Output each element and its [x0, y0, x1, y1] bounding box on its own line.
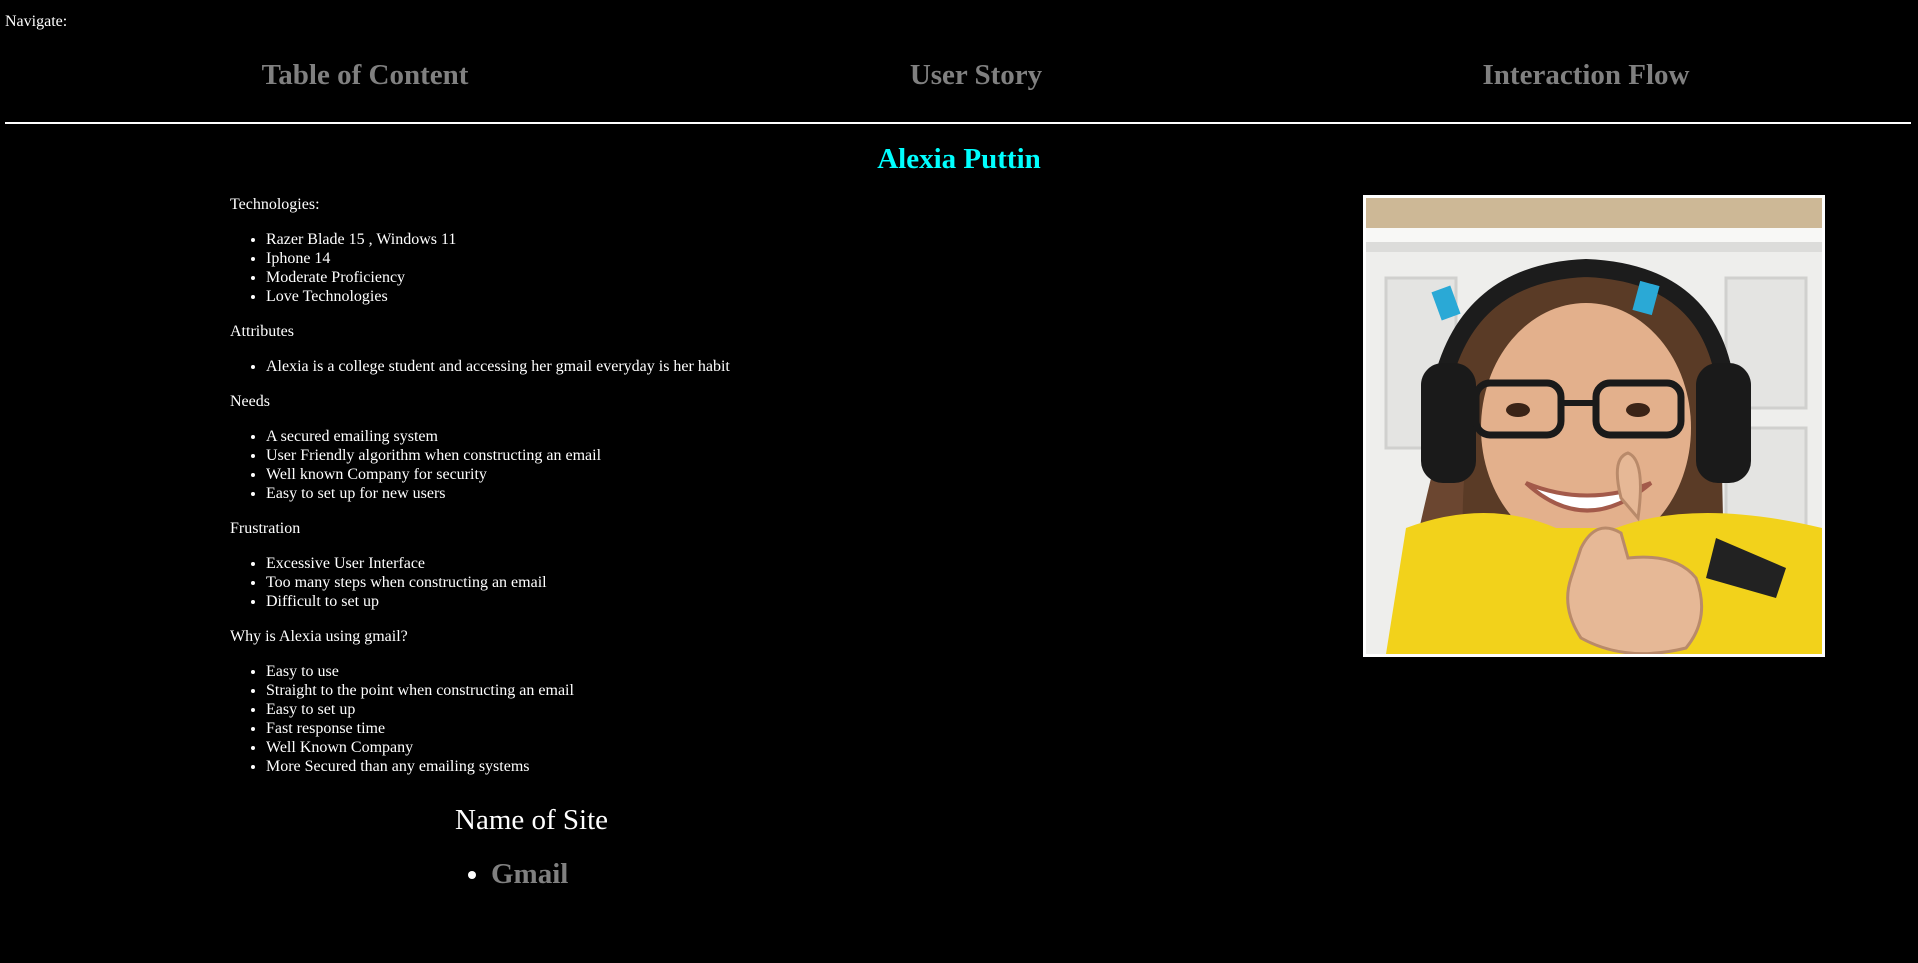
list-item: Straight to the point when constructing … — [266, 681, 1130, 700]
list-item: Iphone 14 — [266, 249, 1130, 268]
section-title: Attributes — [230, 323, 294, 340]
list-item: Fast response time — [266, 719, 1130, 738]
section-frustration: Frustration Excessive User Interface Too… — [230, 519, 1130, 611]
list-item: Easy to use — [266, 662, 1130, 681]
main-nav: Table of Content User Story Interaction … — [5, 52, 1911, 102]
list-item: Easy to set up — [266, 700, 1130, 719]
attributes-list: Alexia is a college student and accessin… — [230, 357, 1130, 376]
list-item: Alexia is a college student and accessin… — [266, 357, 1130, 376]
list-item: Moderate Proficiency — [266, 268, 1130, 287]
section-why-gmail: Why is Alexia using gmail? Easy to use S… — [230, 627, 1130, 776]
nav-link-user-story[interactable]: User Story — [910, 59, 1042, 91]
list-item: Easy to set up for new users — [266, 484, 1130, 503]
site-section: Name of Site Gmail — [455, 803, 955, 891]
persona-portrait-image — [1366, 198, 1822, 654]
persona-photo — [1363, 195, 1825, 657]
list-item: A secured emailing system — [266, 427, 1130, 446]
list-item: Love Technologies — [266, 287, 1130, 306]
nav-divider — [5, 122, 1911, 124]
section-technologies: Technologies: Razer Blade 15 , Windows 1… — [230, 195, 1130, 306]
nav-link-table-of-content[interactable]: Table of Content — [262, 59, 469, 91]
section-title: Frustration — [230, 520, 301, 537]
site-title: Name of Site — [455, 804, 609, 836]
list-item: More Secured than any emailing systems — [266, 757, 1130, 776]
list-item: User Friendly algorithm when constructin… — [266, 446, 1130, 465]
list-item: Excessive User Interface — [266, 554, 1130, 573]
frustration-list: Excessive User Interface Too many steps … — [230, 554, 1130, 611]
list-item: Too many steps when constructing an emai… — [266, 573, 1130, 592]
site-link-gmail[interactable]: Gmail — [491, 858, 568, 890]
list-item: Difficult to set up — [266, 592, 1130, 611]
site-list: Gmail — [455, 857, 955, 891]
list-item: Gmail — [491, 857, 955, 891]
section-title: Needs — [230, 393, 270, 410]
section-title: Why is Alexia using gmail? — [230, 628, 408, 645]
nav-link-interaction-flow[interactable]: Interaction Flow — [1483, 59, 1690, 91]
section-attributes: Attributes Alexia is a college student a… — [230, 322, 1130, 376]
persona-name: Alexia Puttin — [877, 143, 1041, 175]
section-needs: Needs A secured emailing system User Fri… — [230, 392, 1130, 503]
persona-details: Technologies: Razer Blade 15 , Windows 1… — [230, 195, 1130, 792]
list-item: Razer Blade 15 , Windows 11 — [266, 230, 1130, 249]
why-gmail-list: Easy to use Straight to the point when c… — [230, 662, 1130, 776]
section-title: Technologies: — [230, 196, 320, 213]
technologies-list: Razer Blade 15 , Windows 11 Iphone 14 Mo… — [230, 230, 1130, 306]
list-item: Well known Company for security — [266, 465, 1130, 484]
navigate-label: Navigate: — [5, 13, 68, 30]
list-item: Well Known Company — [266, 738, 1130, 757]
needs-list: A secured emailing system User Friendly … — [230, 427, 1130, 503]
